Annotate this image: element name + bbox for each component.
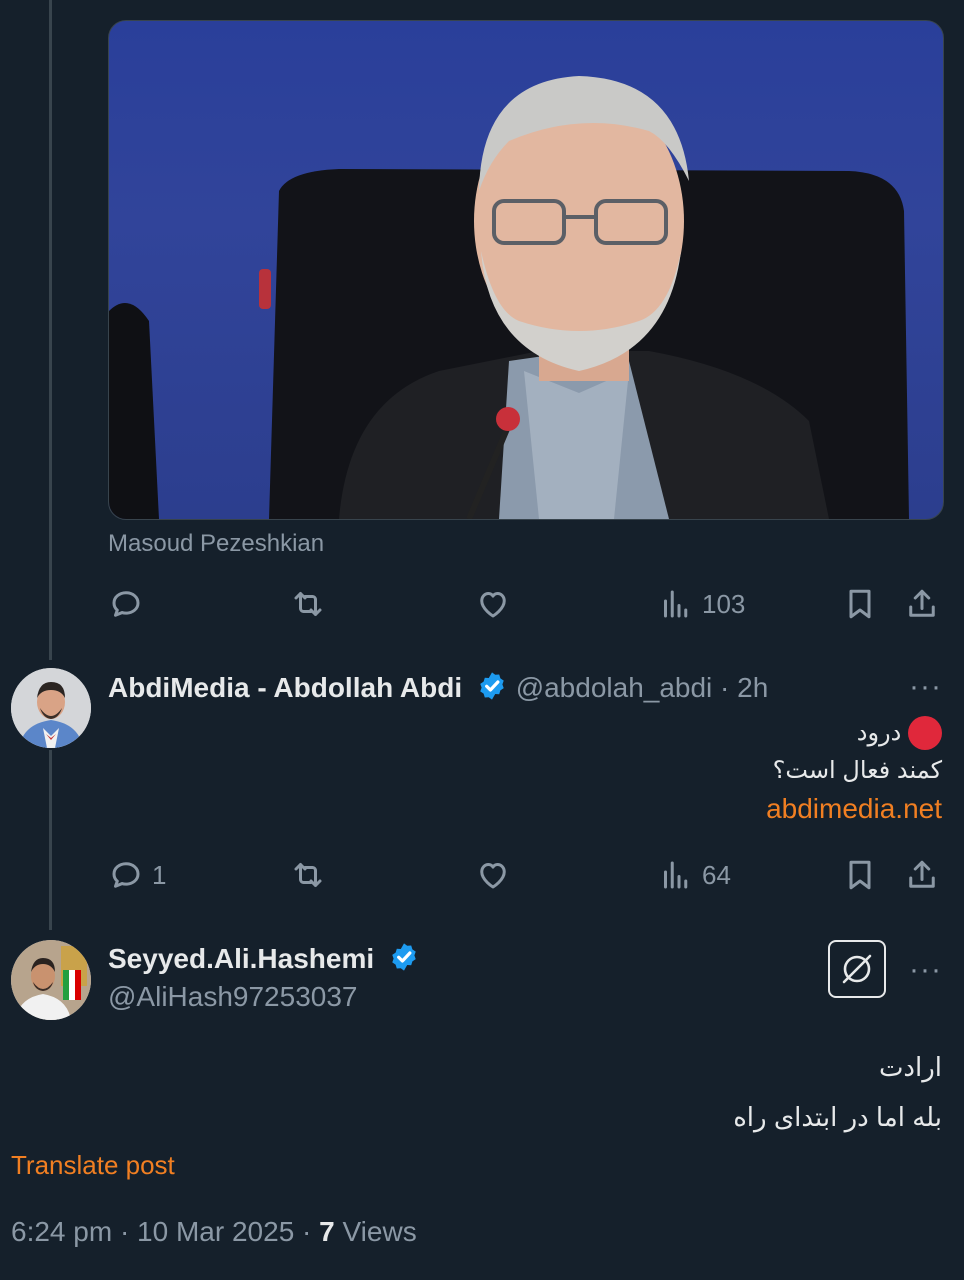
reply-icon bbox=[112, 591, 140, 617]
avatar[interactable] bbox=[11, 668, 91, 748]
views-count: 64 bbox=[702, 859, 731, 890]
author-name[interactable]: AbdiMedia - Abdollah Abdi @abdolah_abdi … bbox=[108, 670, 768, 704]
reply-icon bbox=[112, 862, 140, 888]
red-circle-icon bbox=[908, 716, 942, 750]
repost-icon bbox=[294, 592, 322, 616]
website-link[interactable]: abdimedia.net bbox=[766, 793, 942, 825]
grok-icon bbox=[842, 954, 872, 984]
verified-badge-icon bbox=[480, 672, 504, 700]
heart-icon bbox=[480, 863, 506, 889]
repost-button[interactable] bbox=[290, 853, 326, 897]
more-options-button[interactable]: ··· bbox=[909, 953, 942, 987]
reply-text-line1: درود bbox=[857, 716, 942, 750]
post-datetime[interactable]: 6:24 pm · 10 Mar 2025 · bbox=[11, 1216, 319, 1247]
bookmark-icon bbox=[849, 589, 871, 619]
reply-count: 1 bbox=[152, 859, 167, 890]
thread-line bbox=[49, 0, 52, 660]
bookmark-button[interactable] bbox=[842, 582, 878, 626]
views-label: Views bbox=[334, 1216, 417, 1247]
reply-greeting: درود bbox=[856, 719, 902, 747]
handle-and-time[interactable]: @abdolah_abdi · 2h bbox=[516, 672, 769, 703]
verified-badge-icon bbox=[392, 943, 416, 971]
post-image[interactable] bbox=[108, 20, 944, 520]
share-button[interactable] bbox=[904, 582, 940, 626]
views-icon bbox=[664, 861, 688, 889]
repost-icon bbox=[294, 863, 322, 887]
more-options-button[interactable]: ··· bbox=[909, 670, 942, 704]
image-caption: Masoud Pezeshkian bbox=[108, 530, 325, 557]
post-actions: 103 bbox=[108, 582, 948, 626]
views-button[interactable]: 64 bbox=[658, 853, 731, 897]
reply-text-line2: کمند فعال است؟ bbox=[772, 757, 942, 784]
like-button[interactable] bbox=[475, 853, 511, 897]
bookmark-button[interactable] bbox=[842, 853, 878, 897]
bookmark-icon bbox=[849, 860, 871, 890]
grok-button[interactable] bbox=[828, 940, 886, 998]
reply-button[interactable]: 1 bbox=[108, 853, 166, 897]
heart-icon bbox=[480, 592, 506, 618]
avatar[interactable] bbox=[11, 940, 91, 1020]
thread-line bbox=[49, 750, 52, 930]
like-button[interactable] bbox=[475, 582, 511, 626]
post-metadata: 6:24 pm · 10 Mar 2025 · 7 Views bbox=[11, 1216, 417, 1248]
share-button[interactable] bbox=[904, 853, 940, 897]
handle[interactable]: @AliHash97253037 bbox=[108, 981, 357, 1013]
post-text-line2: بله اما در ابتدای راه bbox=[733, 1102, 942, 1132]
views-button[interactable]: 103 bbox=[658, 582, 745, 626]
reply-actions: 1 64 bbox=[108, 853, 948, 897]
repost-button[interactable] bbox=[290, 582, 326, 626]
views-count: 7 bbox=[319, 1216, 335, 1247]
display-name[interactable]: AbdiMedia - Abdollah Abdi bbox=[108, 672, 462, 703]
post-text-line1: ارادت bbox=[878, 1052, 942, 1082]
translate-post-link[interactable]: Translate post bbox=[11, 1150, 175, 1181]
views-icon bbox=[664, 590, 688, 618]
author-name[interactable]: Seyyed.Ali.Hashemi bbox=[108, 941, 420, 975]
display-name[interactable]: Seyyed.Ali.Hashemi bbox=[108, 943, 374, 974]
share-icon bbox=[909, 860, 935, 888]
share-icon bbox=[909, 589, 935, 617]
reply-button[interactable] bbox=[108, 582, 144, 626]
views-count: 103 bbox=[702, 588, 746, 619]
